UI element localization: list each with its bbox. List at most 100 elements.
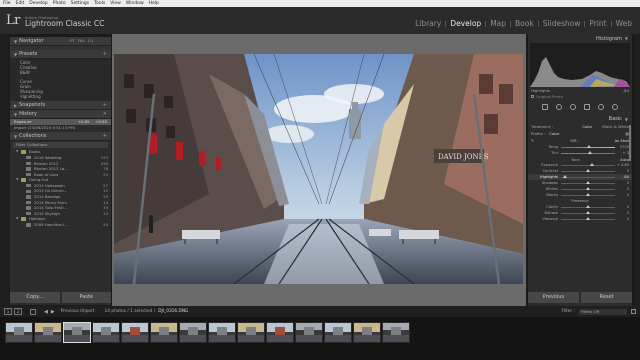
module-library[interactable]: Library: [411, 19, 445, 28]
histogram[interactable]: [530, 43, 630, 87]
module-develop[interactable]: Develop: [446, 19, 485, 28]
filmstrip-thumbnail[interactable]: [208, 322, 236, 343]
collections-filter-input[interactable]: Filter Collections: [13, 142, 108, 149]
previous-button[interactable]: Previous: [528, 292, 579, 303]
module-slideshow[interactable]: Slideshow: [539, 19, 585, 28]
dehaze-value[interactable]: 0: [615, 211, 629, 215]
treatment-color[interactable]: Color: [582, 124, 592, 129]
module-map[interactable]: Map: [486, 19, 510, 28]
vibrance-track[interactable]: [561, 217, 615, 220]
highlights-track[interactable]: [561, 175, 615, 178]
history-header[interactable]: ▼ History ×: [10, 110, 111, 120]
history-step[interactable]: Import (23/06/2019 9:51:13 PM): [10, 125, 111, 131]
dehaze-knob[interactable]: [586, 211, 590, 214]
menu-window[interactable]: Window: [126, 1, 144, 6]
vibrance-knob[interactable]: [586, 217, 590, 220]
left-edge-strip[interactable]: [0, 34, 9, 306]
forward-arrow-icon[interactable]: ▶: [51, 309, 55, 315]
filmstrip-thumbnail[interactable]: [295, 322, 323, 343]
vibrance-value[interactable]: 0: [615, 217, 629, 221]
highlights-value[interactable]: - 84: [615, 175, 629, 179]
shadows-knob[interactable]: [586, 181, 590, 184]
highlights-knob[interactable]: [563, 175, 568, 178]
right-panel-scrollbar[interactable]: [629, 125, 631, 161]
filmstrip-thumbnail[interactable]: [382, 322, 410, 343]
menu-settings[interactable]: Settings: [71, 1, 89, 6]
contrast-value[interactable]: 0: [615, 169, 629, 173]
add-preset-icon[interactable]: +: [103, 51, 107, 57]
filmstrip-thumbnail[interactable]: [237, 322, 265, 343]
profile-select[interactable]: Color: [549, 131, 559, 136]
clarity-track[interactable]: [561, 205, 615, 208]
whites-knob[interactable]: [586, 187, 590, 190]
menu-photo[interactable]: Photo: [53, 1, 66, 6]
blacks-knob[interactable]: [586, 193, 590, 196]
filter-lock-icon[interactable]: [631, 309, 636, 314]
treatment-bw[interactable]: Black & White: [602, 124, 629, 129]
contrast-knob[interactable]: [586, 169, 590, 172]
temp-track[interactable]: [561, 145, 615, 148]
menu-edit[interactable]: Edit: [16, 1, 25, 6]
whites-value[interactable]: 0: [615, 187, 629, 191]
module-web[interactable]: Web: [612, 19, 636, 28]
tint-track[interactable]: [561, 151, 615, 154]
reset-button[interactable]: Reset: [581, 292, 632, 303]
filmstrip-thumbnail[interactable]: [324, 322, 352, 343]
whites-track[interactable]: [561, 187, 615, 190]
radial-filter-icon[interactable]: [598, 104, 604, 110]
dehaze-track[interactable]: [561, 211, 615, 214]
wb-eyedropper-icon[interactable]: ✎: [531, 138, 534, 143]
clarity-value[interactable]: 0: [615, 205, 629, 209]
menu-tools[interactable]: Tools: [94, 1, 105, 6]
copy-button[interactable]: Copy...: [10, 292, 60, 303]
module-book[interactable]: Book: [511, 19, 538, 28]
zoom-fill[interactable]: FILL: [78, 39, 85, 43]
clarity-knob[interactable]: [586, 205, 590, 208]
collapse-triangle-icon[interactable]: ▼: [16, 149, 20, 155]
shadows-track[interactable]: [561, 181, 615, 184]
module-print[interactable]: Print: [585, 19, 610, 28]
blacks-value[interactable]: 0: [615, 193, 629, 197]
secondary-window-button[interactable]: 2: [14, 308, 22, 315]
histogram-header[interactable]: Histogram ▼: [528, 34, 632, 43]
navigator-header[interactable]: ▼ Navigator FIT FILL 1:1: [10, 37, 111, 46]
shadows-value[interactable]: 0: [615, 181, 629, 185]
filmstrip-thumbnail[interactable]: [92, 322, 120, 343]
blacks-track[interactable]: [561, 193, 615, 196]
spot-removal-icon[interactable]: [556, 104, 562, 110]
filmstrip-thumbnail[interactable]: [5, 322, 33, 343]
adjustment-brush-icon[interactable]: [612, 104, 618, 110]
checkbox-icon[interactable]: [531, 94, 534, 98]
add-collection-icon[interactable]: +: [103, 133, 107, 139]
tint-knob[interactable]: [587, 151, 592, 154]
filmstrip-thumbnail[interactable]: [34, 322, 62, 343]
temp-knob[interactable]: [587, 145, 592, 148]
filmstrip-thumbnail[interactable]: [150, 322, 178, 343]
filmstrip-thumbnail[interactable]: [179, 322, 207, 343]
graduated-filter-icon[interactable]: [584, 104, 590, 110]
exposure-knob[interactable]: [590, 163, 595, 166]
paste-button[interactable]: Paste: [61, 292, 111, 303]
exposure-track[interactable]: [561, 163, 615, 166]
contrast-track[interactable]: [561, 169, 615, 172]
grid-view-icon[interactable]: [30, 308, 36, 315]
add-snapshot-icon[interactable]: +: [103, 102, 107, 108]
filmstrip-thumbnail[interactable]: [266, 322, 294, 343]
image-canvas[interactable]: DAVID JONES: [112, 34, 526, 306]
zoom-fit[interactable]: FIT: [70, 39, 75, 43]
collection-item[interactable]: 2008 Hamilton I... 54: [10, 222, 111, 228]
photo-preview[interactable]: DAVID JONES: [114, 54, 523, 284]
collapse-triangle-icon[interactable]: ▼: [16, 216, 20, 222]
preset-group[interactable]: B&W: [10, 70, 111, 75]
snapshots-header[interactable]: ▶ Snapshots +: [10, 101, 111, 111]
source-previous-import[interactable]: Previous Import: [61, 309, 95, 314]
basic-panel-header[interactable]: Basic ▼: [528, 115, 632, 123]
zoom-1to1[interactable]: 1:1: [88, 39, 94, 43]
red-eye-icon[interactable]: [570, 104, 576, 110]
temp-value[interactable]: 5700: [615, 145, 629, 149]
vibrance-slider[interactable]: Vibrance 0: [528, 216, 632, 222]
clear-history-icon[interactable]: ×: [103, 111, 107, 117]
collapse-triangle-icon[interactable]: ▼: [16, 177, 20, 183]
tint-slider[interactable]: Tint + 3: [528, 150, 632, 156]
exposure-value[interactable]: + 0.65: [615, 163, 629, 167]
